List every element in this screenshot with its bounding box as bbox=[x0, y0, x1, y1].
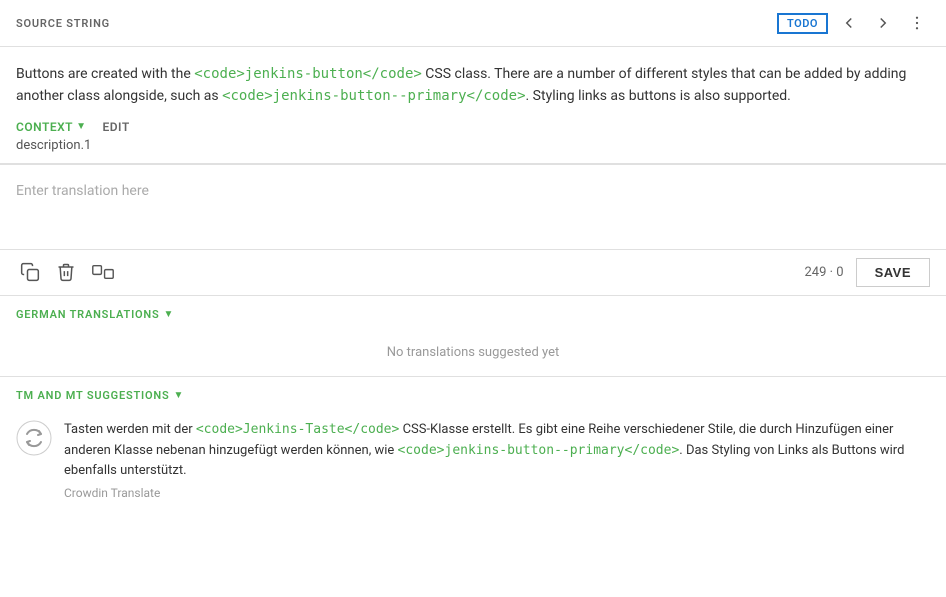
toolbar: 249 · 0 SAVE bbox=[0, 250, 946, 296]
context-edit-row: CONTEXT ▼ EDIT bbox=[16, 120, 930, 134]
tm-suggestions-label: TM AND MT SUGGESTIONS bbox=[16, 389, 170, 402]
context-value: description.1 bbox=[16, 138, 930, 159]
trash-icon bbox=[56, 262, 76, 282]
copy-original-button[interactable] bbox=[16, 258, 44, 286]
todo-badge: TODO bbox=[777, 13, 828, 34]
suggestion-item: Tasten werden mit der <code>Jenkins-Tast… bbox=[0, 410, 946, 516]
no-translations-message: No translations suggested yet bbox=[0, 329, 946, 377]
german-translations-header[interactable]: GERMAN TRANSLATIONS ▼ bbox=[0, 296, 946, 329]
next-icon bbox=[874, 14, 892, 32]
plural-button[interactable] bbox=[88, 258, 118, 286]
source-text-area: Buttons are created with the <code>jenki… bbox=[0, 47, 946, 116]
toolbar-left bbox=[16, 258, 118, 286]
prev-icon bbox=[840, 14, 858, 32]
context-toggle[interactable]: CONTEXT ▼ bbox=[16, 120, 86, 134]
german-translations-label: GERMAN TRANSLATIONS bbox=[16, 308, 160, 321]
source-prefix: Buttons are created with the bbox=[16, 66, 194, 82]
suggestion-content: Tasten werden mit der <code>Jenkins-Tast… bbox=[64, 420, 930, 500]
toolbar-right: 249 · 0 SAVE bbox=[804, 258, 930, 287]
suggestion-code2: <code>jenkins-button--primary</code> bbox=[398, 443, 680, 458]
avatar bbox=[16, 420, 52, 456]
delete-button[interactable] bbox=[52, 258, 80, 286]
tm-suggestions-chevron-icon: ▼ bbox=[174, 390, 184, 401]
german-translations-chevron-icon: ▼ bbox=[164, 309, 174, 320]
crowdin-avatar-icon bbox=[16, 420, 52, 456]
header-title: SOURCE STRING bbox=[16, 17, 110, 30]
edit-label[interactable]: EDIT bbox=[102, 120, 129, 134]
source-code1: <code>jenkins-button</code> bbox=[194, 66, 422, 82]
header-actions: TODO bbox=[777, 10, 930, 36]
context-chevron-icon: ▼ bbox=[76, 121, 86, 132]
next-button[interactable] bbox=[870, 10, 896, 36]
translation-area bbox=[0, 165, 946, 250]
translation-input[interactable] bbox=[16, 165, 930, 245]
more-button[interactable] bbox=[904, 10, 930, 36]
save-button[interactable]: SAVE bbox=[856, 258, 930, 287]
prev-button[interactable] bbox=[836, 10, 862, 36]
suggestion-source: Crowdin Translate bbox=[64, 486, 930, 500]
suggestion-text: Tasten werden mit der <code>Jenkins-Tast… bbox=[64, 420, 930, 482]
copy-icon bbox=[20, 262, 40, 282]
suggestion-text-part1: Tasten werden mit der bbox=[64, 422, 196, 437]
source-suffix: . Styling links as buttons is also suppo… bbox=[526, 88, 791, 104]
plural-icon bbox=[92, 262, 114, 282]
header-bar: SOURCE STRING TODO bbox=[0, 0, 946, 47]
more-icon bbox=[908, 14, 926, 32]
char-count: 249 · 0 bbox=[804, 265, 843, 280]
suggestion-code1: <code>Jenkins-Taste</code> bbox=[196, 422, 400, 437]
context-section: CONTEXT ▼ EDIT description.1 bbox=[0, 116, 946, 164]
tm-suggestions-header[interactable]: TM AND MT SUGGESTIONS ▼ bbox=[0, 377, 946, 410]
source-code2: <code>jenkins-button--primary</code> bbox=[222, 88, 525, 104]
context-label-text: CONTEXT bbox=[16, 120, 73, 134]
